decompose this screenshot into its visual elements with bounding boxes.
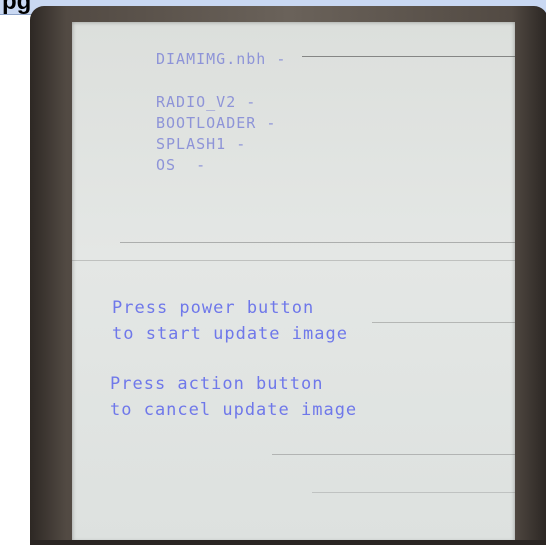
screen-artifact-line [72,260,515,261]
screen-artifact-line [312,492,515,493]
screen-artifact-line [372,322,515,323]
screen-artifact-line [302,56,515,57]
image-file-name: DIAMIMG.nbh - [156,50,287,68]
component-splash: SPLASH1 - [156,135,247,153]
power-prompt-line-2: to start update image [112,324,348,344]
power-prompt-line-1: Press power button [112,298,315,318]
component-radio: RADIO_V2 - [156,93,257,111]
title-fragment: pg [2,0,32,15]
screen-artifact-line [272,454,515,455]
action-prompt-line-2: to cancel update image [110,400,358,420]
phone-bottom-edge [30,540,546,545]
action-prompt-line-1: Press action button [110,374,324,394]
screen-artifact-line [120,242,515,243]
phone-screen: DIAMIMG.nbh - RADIO_V2 - BOOTLOADER - SP… [72,22,515,542]
component-bootloader: BOOTLOADER - [156,114,277,132]
component-os: OS - [156,156,207,174]
